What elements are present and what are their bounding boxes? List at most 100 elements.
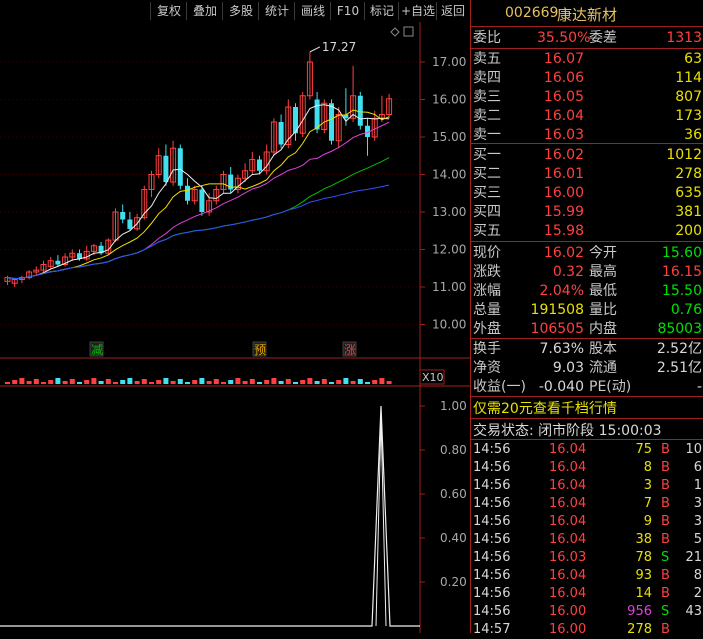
ask-volume: 173 [675, 108, 702, 124]
stat-value: 0.76 [670, 302, 702, 318]
tick-time: 14:56 [473, 604, 511, 619]
level2-ad-link[interactable]: 仅需20元查看千档行情 [473, 398, 617, 418]
toolbar-button-0[interactable]: 复权 [150, 2, 187, 20]
volume-bar [386, 381, 392, 384]
ask-price: 16.07 [543, 51, 584, 67]
toolbar-button-1[interactable]: 叠加 [186, 2, 223, 20]
volume-bar [19, 378, 25, 384]
stat-label: 股本 [589, 341, 617, 357]
tick-count: 8 [693, 568, 702, 583]
tick-count: 43 [685, 604, 702, 619]
stat-value: 0.32 [552, 264, 584, 280]
stat-label: 量比 [589, 302, 617, 318]
kline-chart-area[interactable]: 17.00 16.00 15.00 14.00 13.00 12.00 11.00 10.00… [0, 22, 470, 633]
trade-state-time: 15:00:03 [598, 423, 662, 439]
tick-price: 16.03 [549, 550, 587, 565]
volume-bar [127, 378, 133, 384]
stat-label: 外盘 [473, 321, 501, 337]
kline-chart[interactable]: 17.00 16.00 15.00 14.00 13.00 12.00 11.00 10.00… [0, 22, 470, 633]
divider [471, 48, 703, 49]
bid-label: 买四 [473, 204, 501, 220]
stat-value: 2.52亿 [656, 341, 702, 357]
tick-row: 14:56 16.04 14 B 2 [471, 585, 703, 603]
volume-bar [271, 378, 277, 384]
volume-bar [357, 379, 363, 384]
stat-value: 16.15 [661, 264, 702, 280]
volume-bar [33, 379, 39, 384]
toolbar-button-4[interactable]: 画线 [294, 2, 331, 20]
price-axis-label: 15.00 [432, 130, 466, 144]
divider [471, 338, 703, 339]
stat-value: 2.04% [539, 283, 584, 299]
tick-row: 14:56 16.04 93 B 8 [471, 567, 703, 585]
volume-bar [77, 382, 82, 384]
tick-price: 16.04 [549, 442, 587, 457]
ask-price: 16.03 [543, 127, 584, 143]
tick-volume: 93 [635, 568, 652, 583]
indicator-line [0, 405, 420, 627]
bid-price: 16.00 [543, 185, 584, 201]
price-axis-label: 13.00 [432, 205, 466, 219]
stat-row: 涨跌 0.32 最高 16.15 [471, 263, 703, 281]
volume-bar [300, 380, 306, 384]
toolbar-button-3[interactable]: 统计 [258, 2, 295, 20]
weicha-value: 1313 [666, 30, 702, 46]
bid-label: 买二 [473, 166, 501, 182]
tick-side: B [661, 568, 670, 583]
volume-bar [264, 380, 270, 384]
indicator-axis-label: 0.80 [440, 443, 467, 457]
stat-value: -0.040 [538, 379, 584, 395]
tick-count: 5 [693, 532, 702, 547]
stat-label: 现价 [473, 245, 501, 261]
tick-count: 3 [693, 514, 702, 529]
ask-volume: 114 [675, 70, 702, 86]
max-pointer [309, 46, 321, 53]
ask-row: 卖四 16.06 114 [471, 69, 703, 87]
indicator-axis-label: 0.20 [440, 575, 467, 589]
tick-volume: 3 [643, 478, 652, 493]
volume-bar [62, 381, 68, 384]
bid-price: 16.01 [543, 166, 584, 182]
ask-row: 卖一 16.03 36 [471, 126, 703, 144]
stat-value: 15.50 [661, 283, 702, 299]
volume-bar [213, 379, 219, 384]
divider [471, 26, 703, 27]
toolbar-button-7[interactable]: +自选 [398, 2, 437, 20]
tick-time: 14:57 [473, 622, 511, 637]
stat-row: 收益(一) -0.040 PE(动) - [471, 378, 703, 396]
stat-value: 85003 [657, 321, 702, 337]
tick-row: 14:56 16.04 38 B 5 [471, 531, 703, 549]
bid-volume: 381 [675, 204, 702, 220]
quote-panel: 002669 康达新材 委比 35.50% 委差 1313 卖五 16.07 63 卖… [470, 0, 703, 637]
tick-time: 14:56 [473, 568, 511, 583]
tick-price: 16.04 [549, 532, 587, 547]
volume-bar [249, 379, 255, 384]
ask-row: 卖五 16.07 63 [471, 50, 703, 68]
candle-body-down [127, 219, 133, 229]
bid-label: 买五 [473, 223, 501, 239]
bid-label: 买三 [473, 185, 501, 201]
toolbar-button-8[interactable]: 返回 [436, 2, 469, 20]
tick-count: 21 [685, 550, 702, 565]
bid-row: 买二 16.01 278 [471, 165, 703, 183]
tick-volume: 278 [627, 622, 652, 637]
toolbar-button-2[interactable]: 多股 [222, 2, 259, 20]
tick-price: 16.04 [549, 586, 587, 601]
price-axis-label: 14.00 [432, 168, 466, 182]
volume-multiplier-label: X10 [422, 371, 444, 384]
volume-bar [91, 378, 97, 384]
toolbar-button-6[interactable]: 标记 [364, 2, 399, 20]
stat-value: 191508 [530, 302, 584, 318]
weibi-label: 委比 [473, 30, 501, 46]
tick-side: B [661, 478, 670, 493]
tick-row: 14:56 16.04 9 B 3 [471, 513, 703, 531]
price-axis-label: 10.00 [432, 318, 466, 332]
tick-volume: 8 [643, 460, 652, 475]
toolbar-button-5[interactable]: F10 [330, 2, 365, 20]
indicator-line-inner [375, 416, 387, 627]
volume-bar [55, 378, 61, 384]
volume-bar [379, 378, 385, 384]
candle-body-down [185, 185, 190, 201]
ask-label: 卖五 [473, 51, 501, 67]
divider [471, 143, 703, 144]
